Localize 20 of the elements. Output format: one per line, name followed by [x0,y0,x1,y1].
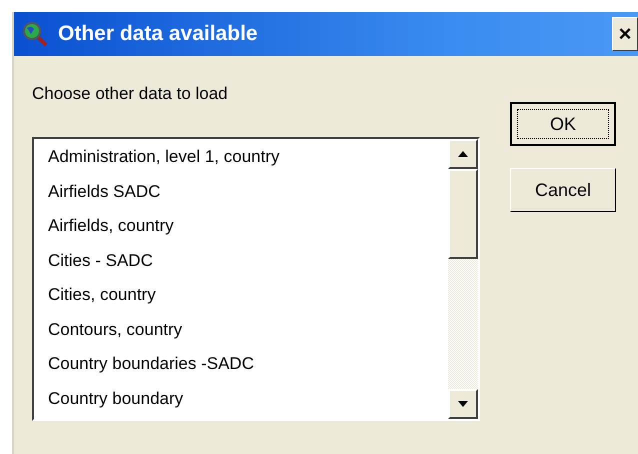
list-item[interactable]: Country boundaries -SADC [48,350,448,384]
list-item[interactable]: Airfields SADC [48,178,448,212]
list-item[interactable]: Cities, country [48,281,448,316]
up-arrow-icon [458,151,468,157]
prompt-label: Choose other data to load [32,84,229,104]
scroll-thumb[interactable] [448,169,478,259]
scrollbar[interactable] [448,139,478,419]
scroll-up-button[interactable] [448,139,478,169]
scroll-down-button[interactable] [448,389,478,419]
window-title: Other data available [58,22,259,46]
down-arrow-icon [458,401,468,407]
cancel-button[interactable]: Cancel [510,168,616,212]
close-button[interactable]: × [612,17,638,51]
globe-magnifier-icon [22,21,48,47]
list-item[interactable]: Cities - SADC [48,246,448,281]
list-item[interactable]: Country boundary [48,384,448,419]
ok-button[interactable]: OK [510,102,616,146]
list-item[interactable]: Airfields, country [48,212,448,246]
list-item[interactable]: Administration, level 1, country [48,143,448,178]
list-item[interactable]: Contours, country [48,316,448,350]
